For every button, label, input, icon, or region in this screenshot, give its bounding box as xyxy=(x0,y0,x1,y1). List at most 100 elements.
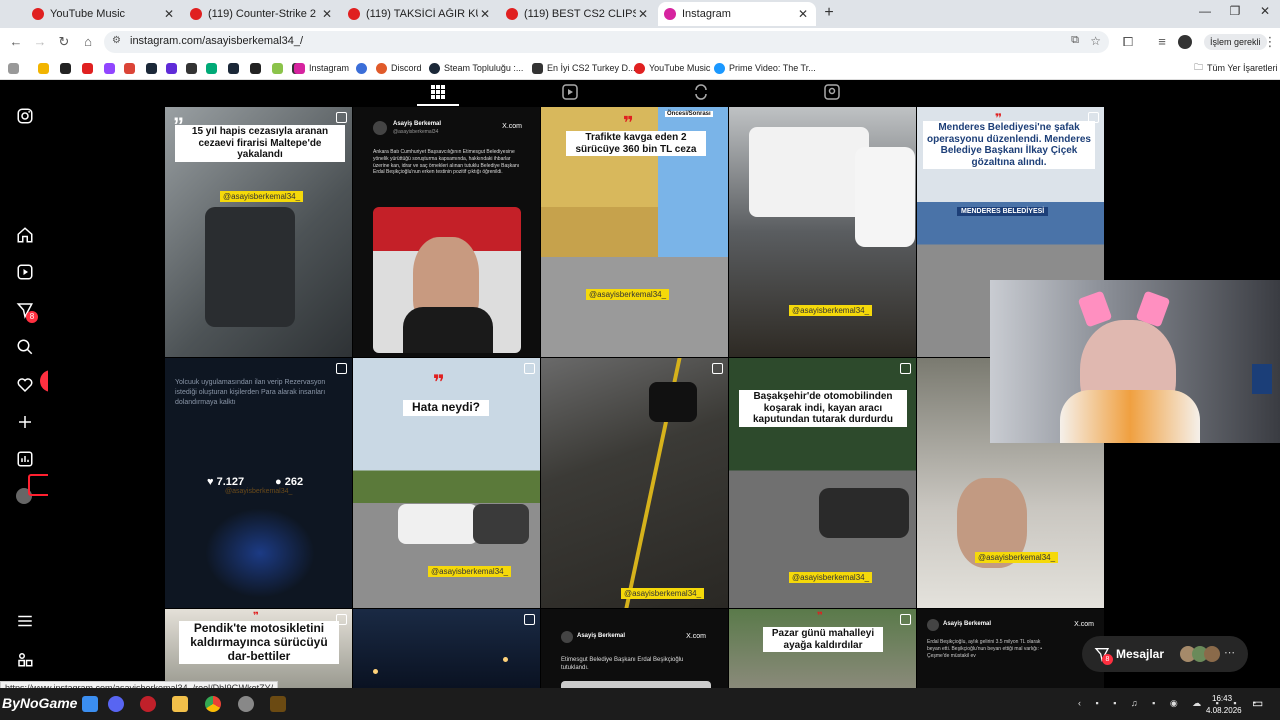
bookmark-icon-4[interactable] xyxy=(186,60,201,76)
clock-date[interactable]: 4.08.2026 xyxy=(1206,706,1242,715)
avatar[interactable] xyxy=(1178,35,1192,49)
twitch-bookmark-icon[interactable] xyxy=(104,60,119,76)
bookmark-prime-video[interactable]: Prime Video: The Tr... xyxy=(714,60,816,76)
dashboard-icon[interactable] xyxy=(16,450,34,468)
profile-action-label[interactable]: İşlem gerekli xyxy=(1204,34,1267,50)
messages-button[interactable]: 8 Mesajlar ⋯ xyxy=(1082,636,1248,672)
post-thumbnail[interactable]: Öncesi/Sonrası ❞ Trafikte kavga eden 2 s… xyxy=(541,107,728,357)
bookmark-icon-8[interactable] xyxy=(272,60,287,76)
steam-bookmark-icon[interactable] xyxy=(146,60,161,76)
app-icon[interactable] xyxy=(82,696,98,712)
bookmark-discord[interactable]: Discord xyxy=(376,60,422,76)
menu-icon[interactable] xyxy=(16,612,34,630)
post-thumbnail[interactable]: Asayiş Berkemal @asayisberkemal34 X.com … xyxy=(353,107,540,357)
tab-instagram[interactable]: Instagram ✕ xyxy=(658,2,816,26)
reposts-tab-icon[interactable] xyxy=(693,84,709,100)
create-icon[interactable] xyxy=(16,413,34,431)
notification-center-icon[interactable]: ▭ xyxy=(1252,696,1263,710)
heart-icon[interactable] xyxy=(16,376,34,394)
new-tab-button[interactable]: + xyxy=(820,4,838,22)
tab-youtube-music[interactable]: YouTube Music ✕ xyxy=(26,2,182,26)
bookmark-icon-7[interactable] xyxy=(250,60,265,76)
url-bar[interactable]: ⚙ instagram.com/asayisberkemal34_/ ⧉ ☆ xyxy=(104,31,1109,53)
webcam-overlay xyxy=(990,280,1280,443)
post-thumbnail[interactable]: ❞ Pazar günü mahalleyi ayağa kaldırdılar xyxy=(729,609,916,688)
reload-icon[interactable]: ↻ xyxy=(56,34,72,50)
bookmark-icon-1[interactable] xyxy=(38,60,53,76)
search-icon[interactable] xyxy=(16,338,34,356)
bookmark-icon-5[interactable] xyxy=(206,60,221,76)
chrome-icon[interactable] xyxy=(205,696,221,712)
post-thumbnail[interactable] xyxy=(353,609,540,688)
likes-overlay: ♥ 7.127 xyxy=(207,476,245,488)
post-thumbnail[interactable]: ” 15 yıl hapis cezasıyla aranan cezaevi … xyxy=(165,107,352,357)
file-explorer-icon[interactable] xyxy=(172,696,188,712)
bookmark-star-icon[interactable]: ☆ xyxy=(1090,34,1101,48)
notification-badge: 8 xyxy=(26,311,38,323)
site-info-icon[interactable]: ⚙ xyxy=(112,35,121,46)
tagged-tab-icon[interactable] xyxy=(824,84,840,100)
reels-tab-icon[interactable] xyxy=(562,84,578,100)
minimize-button[interactable]: — xyxy=(1190,4,1220,22)
watermark: @asayisberkemal34_ xyxy=(225,488,293,495)
post-thumbnail[interactable]: Asayiş Berkemal X.com Etimesgut Belediye… xyxy=(541,609,728,688)
back-icon[interactable]: ← xyxy=(8,34,24,50)
bookmark-cs2[interactable]: En İyi CS2 Turkey D... xyxy=(532,60,636,76)
forward-icon[interactable]: → xyxy=(32,34,48,50)
close-window-button[interactable]: ✕ xyxy=(1250,4,1280,22)
url-text[interactable]: instagram.com/asayisberkemal34_/ xyxy=(130,35,303,47)
watermark: @asayisberkemal34_ xyxy=(586,289,670,300)
bookmark-icon-6[interactable] xyxy=(228,60,243,76)
avatar xyxy=(1204,646,1220,662)
all-bookmarks[interactable]: 🗀 Tüm Yer İşaretleri xyxy=(1194,60,1278,76)
close-icon[interactable]: ✕ xyxy=(636,7,650,21)
more-apps-icon[interactable] xyxy=(16,650,34,668)
bookmark-youtube-music[interactable]: YouTube Music xyxy=(634,60,710,76)
app-icon[interactable] xyxy=(270,696,286,712)
apps-icon[interactable] xyxy=(8,60,23,76)
x-logo-label: X.com xyxy=(686,633,706,640)
instagram-logo-icon[interactable] xyxy=(16,107,34,125)
reels-icon[interactable] xyxy=(16,263,34,281)
post-thumbnail[interactable]: Asayiş Berkemal X.com Erdal Beşikçioğlu,… xyxy=(917,609,1104,688)
app-icon[interactable] xyxy=(140,696,156,712)
youtube-bookmark-icon[interactable] xyxy=(82,60,97,76)
extensions-icon[interactable]: ⧠ xyxy=(1120,34,1136,50)
x-logo-label: X.com xyxy=(502,123,522,130)
post-caption: 15 yıl hapis cezasıyla aranan cezaevi fi… xyxy=(175,125,345,162)
clock-time[interactable]: 16:43 xyxy=(1212,694,1232,703)
tab-counter-strike[interactable]: (119) Counter-Strike 2 : RTX 40( ✕ xyxy=(184,2,340,26)
tab-taksici[interactable]: (119) TAKSİCİ AĞIR KÜFRETTİ ✕ xyxy=(342,2,498,26)
more-menu-icon[interactable]: ⋮ xyxy=(1262,34,1278,50)
reading-list-icon[interactable]: ≡ xyxy=(1154,34,1170,50)
post-thumbnail[interactable]: ❞ Pendik'te motosikletini kaldırmayınca … xyxy=(165,609,352,688)
close-icon[interactable]: ✕ xyxy=(796,7,810,21)
posts-grid-tab-icon[interactable] xyxy=(430,84,446,100)
close-icon[interactable]: ✕ xyxy=(478,7,492,21)
post-thumbnail[interactable]: ❞ Hata neydi? @asayisberkemal34_ xyxy=(353,358,540,608)
tab-cs2-clips[interactable]: (119) BEST CS2 CLIPS OF THE W ✕ xyxy=(500,2,656,26)
post-thumbnail[interactable]: Yolcuuk uygulamasından ilan verip Rezerv… xyxy=(165,358,352,608)
home-icon[interactable]: ⌂ xyxy=(80,34,96,50)
post-thumbnail[interactable]: @asayisberkemal34_ xyxy=(541,358,728,608)
gmail-bookmark-icon[interactable] xyxy=(124,60,139,76)
maximize-button[interactable]: ❐ xyxy=(1220,4,1250,22)
bookmark-steam[interactable]: Steam Topluluğu :... xyxy=(429,60,523,76)
home-icon[interactable] xyxy=(16,226,34,244)
discord-icon[interactable] xyxy=(108,696,124,712)
post-caption: Menderes Belediyesi'ne şafak operasyonu … xyxy=(923,121,1095,169)
close-icon[interactable]: ✕ xyxy=(320,7,334,21)
install-icon[interactable]: ⧉ xyxy=(1071,34,1079,47)
watermark: @asayisberkemal34_ xyxy=(621,588,705,599)
settings-icon[interactable] xyxy=(238,696,254,712)
tab-title: (119) TAKSİCİ AĞIR KÜFRETTİ xyxy=(366,8,478,20)
post-thumbnail[interactable]: @asayisberkemal34_ xyxy=(729,107,916,357)
bookmark-instagram[interactable]: Instagram xyxy=(294,60,349,76)
bookmark-icon-2[interactable] xyxy=(60,60,75,76)
x-logo-label: X.com xyxy=(1074,621,1094,628)
bookmark-label: En İyi CS2 Turkey D... xyxy=(547,63,636,73)
close-icon[interactable]: ✕ xyxy=(162,7,176,21)
post-thumbnail[interactable]: Başakşehir'de otomobilinden koşarak indi… xyxy=(729,358,916,608)
bookmark-icon-3[interactable] xyxy=(166,60,181,76)
bookmark-icon-r[interactable] xyxy=(356,60,371,76)
